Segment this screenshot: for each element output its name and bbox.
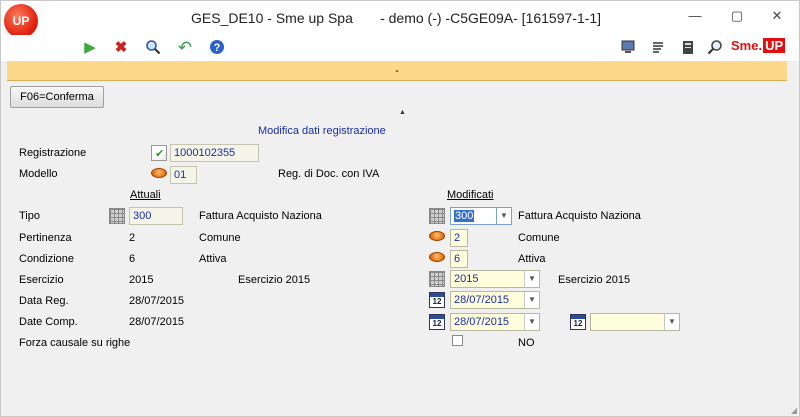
esercizio-current-description: Esercizio 2015 [238, 274, 311, 286]
title-bar: UP GES_DE10 - Sme up Spa - demo (-) -C5G… [1, 1, 799, 38]
calendar-icon-text: 12 [573, 319, 583, 328]
calendar-icon-text: 12 [432, 319, 442, 328]
condizione-lookup-icon[interactable] [429, 252, 445, 262]
pertinenza-current-value: 2 [129, 232, 136, 244]
calendar-icon-text: 12 [432, 297, 442, 306]
modello-lookup-icon[interactable] [151, 168, 167, 178]
chevron-down-icon[interactable]: ▼ [524, 314, 539, 330]
collapse-arrow-icon[interactable]: ▲ [399, 109, 406, 116]
chevron-down-icon[interactable]: ▼ [524, 271, 539, 287]
undo-icon[interactable]: ↶ [176, 39, 194, 57]
modello-label: Modello [19, 168, 58, 180]
chevron-down-icon[interactable]: ▼ [664, 314, 679, 330]
message-bar: - [7, 61, 787, 81]
app-logo[interactable]: UP [4, 4, 38, 38]
esercizio-label: Esercizio [19, 274, 64, 286]
toolbar: ▶ ✖ ↶ ? Sme. UP [1, 35, 799, 61]
svg-text:?: ? [214, 42, 221, 54]
application-window: UP GES_DE10 - Sme up Spa - demo (-) -C5G… [0, 0, 800, 417]
pertinenza-new-description: Comune [518, 232, 560, 244]
date-comp-to-combo[interactable]: ▼ [590, 313, 680, 331]
tipo-new-description: Fattura Acquisto Naziona [518, 210, 641, 222]
condizione-current-value: 6 [129, 253, 136, 265]
condizione-new-description: Attiva [518, 253, 546, 265]
condizione-new-field[interactable]: 6 [450, 250, 468, 268]
condizione-current-description: Attiva [199, 253, 227, 265]
tipo-current-description: Fattura Acquisto Naziona [199, 210, 322, 222]
form-title: Modifica dati registrazione [258, 125, 386, 137]
zoom-icon[interactable] [706, 39, 724, 57]
condizione-label: Condizione [19, 253, 75, 265]
pertinenza-current-description: Comune [199, 232, 241, 244]
tipo-label: Tipo [19, 210, 40, 222]
resize-grip-icon[interactable]: ◢ [791, 406, 797, 415]
modello-field[interactable]: 01 [170, 166, 197, 184]
calendar-icon[interactable]: 12 [429, 292, 445, 308]
calendar-icon[interactable]: 12 [429, 314, 445, 330]
smeup-brand-logo[interactable]: Sme. UP [731, 38, 786, 53]
status-bar: ◢ [1, 405, 799, 416]
minimize-button[interactable]: — [685, 7, 705, 25]
close-button[interactable]: ✕ [767, 7, 787, 25]
chevron-down-icon[interactable]: ▼ [524, 292, 539, 308]
window-title: GES_DE10 - Sme up Spa - demo (-) -C5GE09… [191, 10, 602, 26]
modello-description: Reg. di Doc. con IVA [278, 168, 380, 180]
confirm-button[interactable]: F06=Conferma [10, 86, 104, 108]
run-icon[interactable]: ▶ [81, 39, 99, 57]
tipo-current-grid-icon[interactable] [109, 208, 125, 224]
tipo-new-grid-icon[interactable] [429, 208, 445, 224]
tipo-new-combo[interactable]: 300 ▼ [450, 207, 512, 225]
calendar-icon[interactable]: 12 [570, 314, 586, 330]
tipo-new-value: 300 [454, 210, 475, 222]
brand-text: Sme. [731, 38, 763, 53]
registrazione-field[interactable]: 1000102355 [170, 144, 259, 162]
search-icon[interactable] [144, 39, 162, 57]
esercizio-new-value: 2015 [454, 273, 479, 285]
forza-causale-checkbox[interactable] [452, 335, 463, 346]
esercizio-current-value: 2015 [129, 274, 154, 286]
registrazione-label: Registrazione [19, 147, 87, 159]
maximize-button[interactable]: ▢ [727, 7, 747, 25]
date-comp-current-value: 28/07/2015 [129, 316, 185, 328]
help-icon[interactable]: ? [208, 39, 226, 57]
esercizio-new-description: Esercizio 2015 [558, 274, 631, 286]
data-reg-current-value: 28/07/2015 [129, 295, 185, 307]
document-stack-icon[interactable] [679, 39, 697, 57]
pertinenza-label: Pertinenza [19, 232, 72, 244]
modificati-header: Modificati [447, 189, 494, 201]
esercizio-grid-icon[interactable] [429, 271, 445, 287]
chevron-down-icon[interactable]: ▼ [496, 208, 511, 224]
logo-text: UP [12, 14, 30, 28]
attuali-header: Attuali [130, 189, 161, 201]
data-reg-label: Data Reg. [19, 295, 69, 307]
forza-causale-label: Forza causale su righe [19, 337, 131, 349]
pertinenza-lookup-icon[interactable] [429, 231, 445, 241]
esercizio-new-combo[interactable]: 2015 ▼ [450, 270, 540, 288]
document-check-icon[interactable] [151, 145, 167, 161]
monitor-icon[interactable] [619, 39, 637, 57]
brand-badge: UP [763, 38, 786, 53]
data-reg-new-combo[interactable]: 28/07/2015 ▼ [450, 291, 540, 309]
list-icon[interactable] [649, 39, 667, 57]
cancel-icon[interactable]: ✖ [112, 39, 130, 57]
data-reg-new-value: 28/07/2015 [454, 294, 510, 306]
tipo-current-field: 300 [129, 207, 183, 225]
date-comp-from-combo[interactable]: 28/07/2015 ▼ [450, 313, 540, 331]
pertinenza-new-field[interactable]: 2 [450, 229, 468, 247]
date-comp-label: Date Comp. [19, 316, 78, 328]
date-comp-from-value: 28/07/2015 [454, 316, 510, 328]
forza-causale-value: NO [518, 337, 535, 349]
